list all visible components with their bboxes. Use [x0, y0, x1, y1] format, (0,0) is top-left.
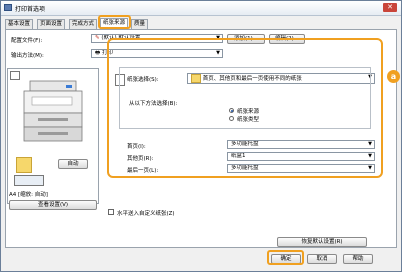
chevron-down-icon: ▼ — [368, 153, 372, 159]
other-pages-select[interactable]: 纸盒1 ▼ — [227, 152, 375, 161]
printer-preview: 自动 — [7, 68, 99, 204]
first-page-label: 首页(I): — [127, 144, 146, 150]
callout-badge: a — [387, 70, 400, 83]
window-title: 打印首选项 — [15, 6, 46, 13]
printer-illustration — [16, 77, 92, 149]
radio-paper-type-label: 纸张类型 — [237, 117, 260, 123]
tab-paper-source[interactable]: 纸张来源 — [100, 18, 129, 29]
custom-paper-label: 水平送入自定义纸张(Z) — [117, 211, 175, 217]
chevron-down-icon: ▼ — [368, 141, 372, 147]
page-stack-icon — [16, 157, 32, 173]
output-method-label: 输出方法(M): — [11, 53, 44, 59]
other-pages-value: 纸盒1 — [231, 153, 246, 159]
pencil-icon: ✎ — [95, 35, 100, 41]
close-icon[interactable]: ✕ — [383, 3, 397, 12]
tab-finishing[interactable]: 完成方式 — [69, 19, 98, 29]
cancel-button[interactable]: 取消 — [307, 254, 337, 264]
first-page-value: 多功能托盘 — [231, 141, 259, 147]
auto-button[interactable]: 自动 — [58, 159, 88, 169]
print-icon: 🖶 — [95, 50, 101, 56]
radio-paper-source-label: 纸张来源 — [237, 109, 260, 115]
tab-quality[interactable]: 质量 — [131, 19, 149, 29]
tab-basic-settings[interactable]: 基本设置 — [5, 19, 34, 29]
printer-app-icon — [4, 4, 12, 11]
last-page-value: 多功能托盘 — [231, 165, 259, 171]
orientation-toggle-icon[interactable] — [14, 175, 44, 186]
last-page-label: 最后一页(L): — [127, 168, 159, 174]
title-bar: 打印首选项 ✕ — [1, 1, 401, 16]
print-preferences-window: 打印首选项 ✕ 基本设置 页面设置 完成方式 纸张来源 质量 配置文件(F): … — [0, 0, 402, 272]
ok-callout-highlight — [267, 250, 304, 265]
other-pages-label: 其他页(R): — [127, 156, 154, 162]
restore-defaults-button[interactable]: 恢复默认设置(R) — [277, 237, 367, 247]
chevron-down-icon: ▼ — [368, 165, 372, 171]
help-button[interactable]: 帮助 — [343, 254, 373, 264]
tab-page-setup[interactable]: 页面设置 — [37, 19, 66, 29]
view-settings-button[interactable]: 查看设置(V) — [9, 200, 97, 210]
last-page-select[interactable]: 多功能托盘 ▼ — [227, 164, 375, 173]
paper-info-text: A4 [缩放: 自动] — [9, 192, 48, 198]
custom-paper-checkbox[interactable] — [108, 209, 114, 215]
radio-paper-source[interactable] — [229, 108, 234, 113]
radio-paper-type[interactable] — [229, 116, 234, 121]
select-from-label: 从以下方法选择(B): — [129, 101, 178, 107]
first-page-select[interactable]: 多功能托盘 ▼ — [227, 140, 375, 149]
profile-label: 配置文件(F): — [11, 38, 43, 44]
